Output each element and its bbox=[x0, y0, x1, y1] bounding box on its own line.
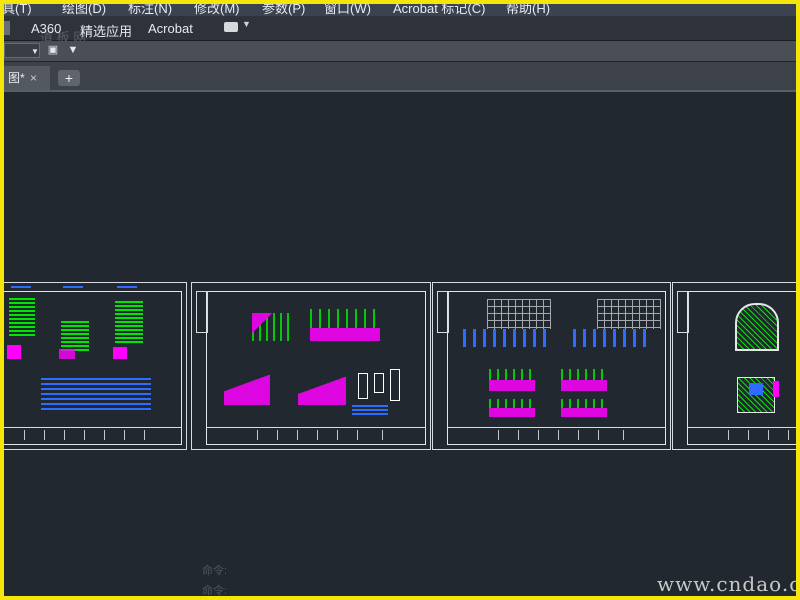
menu-bar: 具(T) 绘图(D) 标注(N) 修改(M) 参数(P) 窗口(W) Acrob… bbox=[4, 4, 796, 16]
document-tabs: 图* × + bbox=[4, 62, 796, 92]
watermark-url: www.cndao.com bbox=[657, 572, 800, 596]
menu-window[interactable]: 窗口(W) bbox=[324, 4, 371, 16]
green-notes-block bbox=[61, 321, 89, 351]
workspace-combo[interactable]: ▼ bbox=[4, 43, 40, 58]
green-notes-block bbox=[9, 298, 35, 338]
toolbar-filter-icon[interactable]: ▼ bbox=[66, 43, 80, 58]
blue-notes-block bbox=[352, 405, 388, 415]
magenta-detail bbox=[113, 347, 127, 359]
section-detail bbox=[310, 309, 380, 341]
green-notes-block bbox=[115, 301, 143, 345]
section-detail bbox=[489, 399, 535, 417]
arch-elevation bbox=[735, 303, 779, 351]
command-line[interactable]: 命令: bbox=[202, 562, 227, 578]
new-tab-button[interactable]: + bbox=[58, 70, 80, 86]
document-tab-title: 图* bbox=[8, 71, 25, 85]
sheet-heading bbox=[11, 286, 31, 288]
dropdown-arrow-icon[interactable]: ▼ bbox=[242, 19, 251, 29]
sheet-heading bbox=[117, 286, 137, 288]
magenta-detail bbox=[773, 381, 779, 397]
layout-sheet-2[interactable] bbox=[191, 282, 431, 450]
title-block bbox=[448, 427, 665, 444]
blue-band bbox=[573, 329, 653, 347]
blue-band bbox=[463, 329, 553, 347]
grid-elevation bbox=[487, 299, 551, 329]
section-detail bbox=[252, 313, 292, 341]
ribbon-tab-partial[interactable] bbox=[4, 21, 10, 35]
ribbon-options-icon[interactable] bbox=[224, 22, 238, 32]
menu-draw[interactable]: 绘图(D) bbox=[62, 4, 106, 16]
menu-help[interactable]: 帮助(H) bbox=[506, 4, 550, 16]
section-detail bbox=[561, 369, 607, 391]
ribbon-tabs: 道 板 网 A360 精选应用 Acrobat ▼ bbox=[4, 16, 796, 45]
menu-dimension[interactable]: 标注(N) bbox=[128, 4, 172, 16]
blue-notes-block bbox=[41, 378, 151, 410]
blue-detail bbox=[749, 383, 763, 395]
toolbar-device-icon[interactable]: ▣ bbox=[46, 43, 60, 58]
side-stamp bbox=[437, 291, 449, 333]
small-detail bbox=[374, 373, 384, 393]
menu-parametric[interactable]: 参数(P) bbox=[262, 4, 305, 16]
slope-detail bbox=[224, 371, 270, 405]
layout-sheet-4[interactable] bbox=[672, 282, 796, 450]
section-detail bbox=[489, 369, 535, 391]
layout-sheet-1[interactable] bbox=[4, 282, 187, 450]
title-block bbox=[4, 427, 181, 444]
close-icon[interactable]: × bbox=[30, 66, 37, 90]
ribbon-tab-featured-apps[interactable]: 精选应用 bbox=[80, 21, 132, 40]
command-line[interactable]: 命令: bbox=[202, 582, 227, 596]
title-block bbox=[207, 427, 425, 444]
small-detail bbox=[358, 373, 368, 399]
title-block bbox=[688, 427, 796, 444]
app-window: 具(T) 绘图(D) 标注(N) 修改(M) 参数(P) 窗口(W) Acrob… bbox=[0, 0, 800, 600]
dropdown-arrow-icon[interactable]: ▼ bbox=[31, 47, 39, 56]
grid-elevation bbox=[597, 299, 661, 329]
section-detail bbox=[561, 399, 607, 417]
ribbon-tab-acrobat[interactable]: Acrobat bbox=[148, 21, 193, 36]
quick-toolbar: ▼ ▣ ▼ bbox=[4, 41, 796, 62]
layout-sheet-3[interactable] bbox=[432, 282, 671, 450]
magenta-detail bbox=[59, 349, 75, 359]
menu-acrobat-markup[interactable]: Acrobat 标记(C) bbox=[393, 4, 485, 16]
menu-modify[interactable]: 修改(M) bbox=[194, 4, 240, 16]
drawing-canvas[interactable]: 命令: 命令: bbox=[4, 92, 796, 596]
small-detail bbox=[390, 369, 400, 401]
side-stamp bbox=[196, 291, 208, 333]
sheet-heading bbox=[63, 286, 83, 288]
magenta-detail bbox=[7, 345, 21, 359]
menu-tools[interactable]: 具(T) bbox=[4, 4, 32, 16]
side-stamp bbox=[677, 291, 689, 333]
slope-detail bbox=[298, 375, 346, 405]
ribbon-tab-a360[interactable]: A360 bbox=[31, 21, 61, 36]
document-tab[interactable]: 图* × bbox=[4, 66, 50, 90]
